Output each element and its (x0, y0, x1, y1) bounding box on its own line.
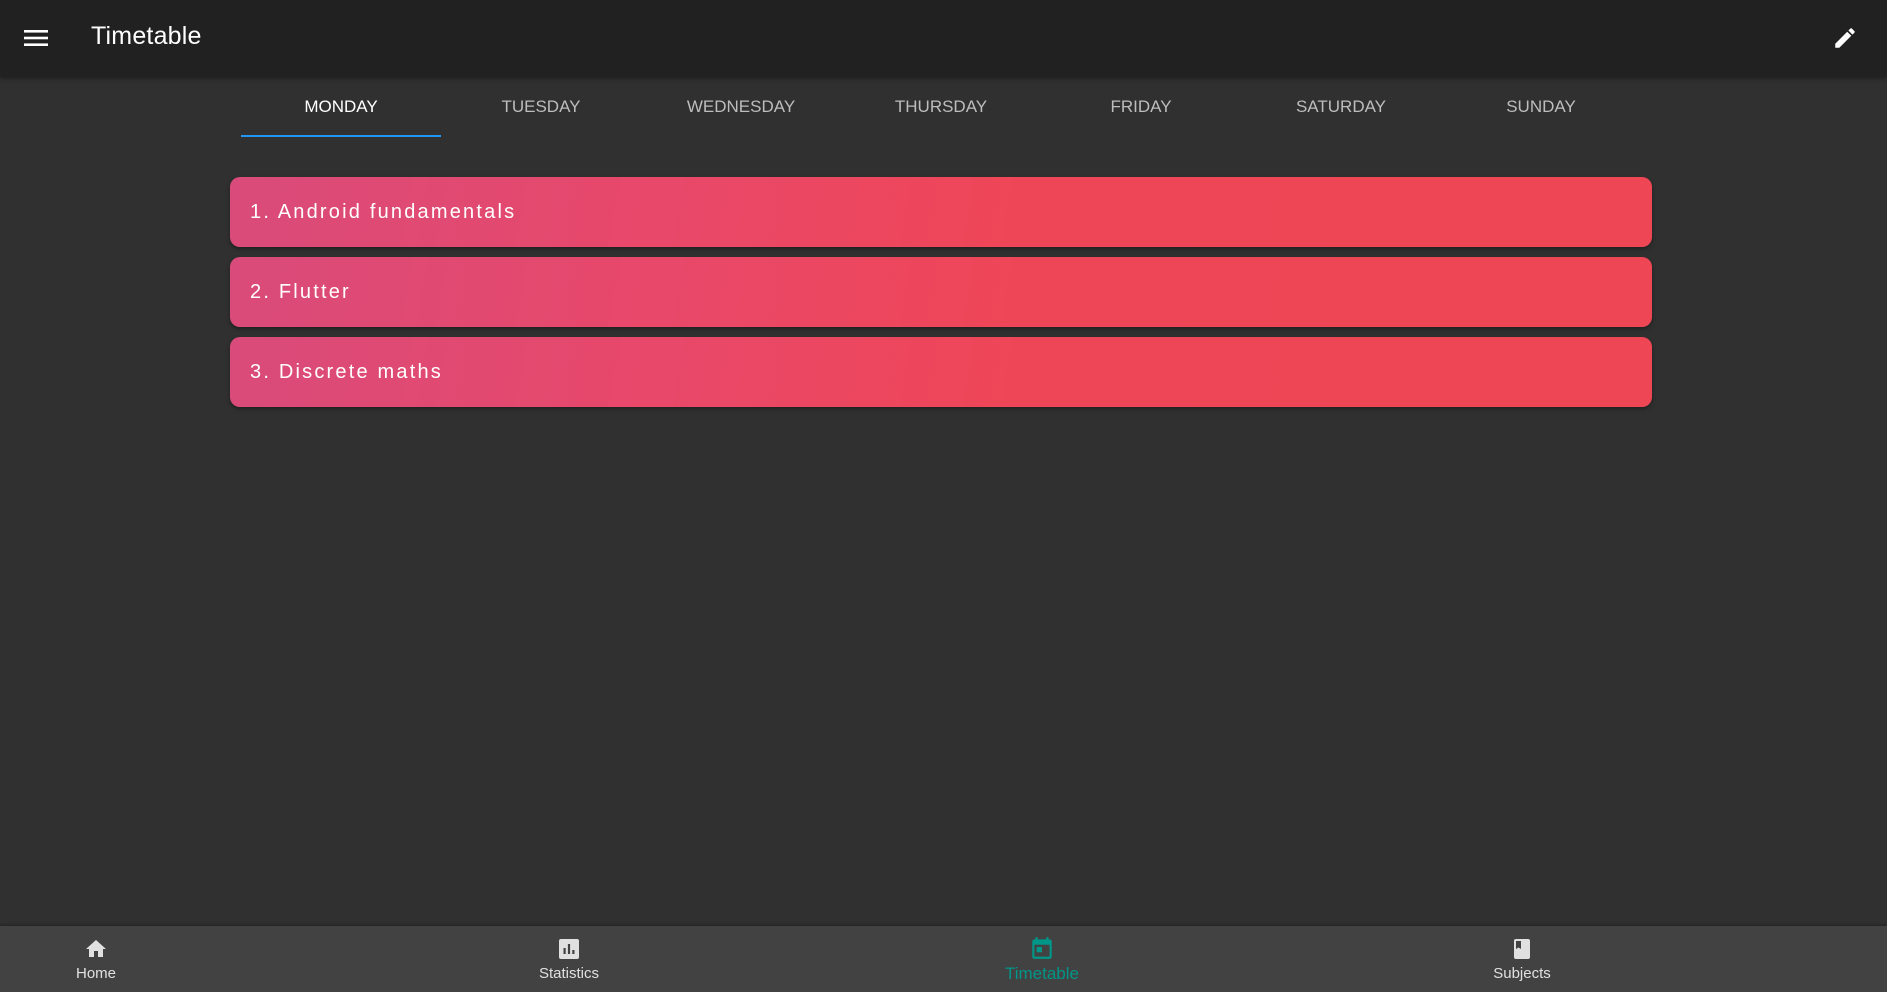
calendar-icon (1029, 935, 1055, 961)
nav-label: Subjects (1493, 965, 1551, 982)
tab-wednesday[interactable]: WEDNESDAY (641, 77, 841, 137)
menu-icon (24, 30, 48, 46)
day-tabs: MONDAY TUESDAY WEDNESDAY THURSDAY FRIDAY… (241, 77, 1641, 137)
tab-tuesday[interactable]: TUESDAY (441, 77, 641, 137)
tab-label: TUESDAY (501, 97, 581, 116)
app-root: Timetable MONDAY TUESDAY WEDNESDAY THURS… (0, 0, 1887, 992)
nav-home[interactable]: Home (26, 926, 166, 992)
book-icon (1509, 936, 1535, 962)
bar-chart-icon (556, 936, 582, 962)
lesson-card[interactable]: 1. Android fundamentals (230, 177, 1652, 247)
tab-saturday[interactable]: SATURDAY (1241, 77, 1441, 137)
tab-friday[interactable]: FRIDAY (1041, 77, 1241, 137)
nav-label: Home (75, 965, 116, 982)
page-title: Timetable (91, 22, 202, 50)
lesson-card[interactable]: 3. Discrete maths (230, 337, 1652, 407)
edit-pencil-icon (1835, 28, 1855, 48)
lesson-label: 3. Discrete maths (250, 360, 444, 383)
menu-button[interactable] (16, 20, 56, 56)
tab-label: WEDNESDAY (686, 97, 796, 116)
home-icon (83, 936, 109, 962)
lesson-label: 2. Flutter (250, 280, 351, 303)
app-bar: Timetable (0, 0, 1887, 77)
tab-label: MONDAY (304, 97, 378, 116)
nav-timetable[interactable]: Timetable (972, 926, 1112, 992)
tab-monday[interactable]: MONDAY (241, 77, 441, 137)
nav-label: Statistics (538, 965, 599, 982)
bottom-navigation: Home Statistics Timetable Subjects (0, 926, 1887, 992)
nav-subjects[interactable]: Subjects (1452, 926, 1592, 992)
tab-sunday[interactable]: SUNDAY (1441, 77, 1641, 137)
nav-label: Timetable (1004, 963, 1079, 983)
lesson-label: 1. Android fundamentals (250, 200, 517, 223)
lesson-list: 1. Android fundamentals 2. Flutter 3. Di… (230, 177, 1652, 417)
lesson-card[interactable]: 2. Flutter (230, 257, 1652, 327)
tab-label: THURSDAY (894, 97, 988, 116)
tab-label: SUNDAY (1506, 97, 1576, 116)
tab-label: SATURDAY (1295, 97, 1387, 116)
tab-label: FRIDAY (1110, 97, 1172, 116)
nav-statistics[interactable]: Statistics (499, 926, 639, 992)
tab-thursday[interactable]: THURSDAY (841, 77, 1041, 137)
edit-button[interactable] (1825, 20, 1865, 56)
